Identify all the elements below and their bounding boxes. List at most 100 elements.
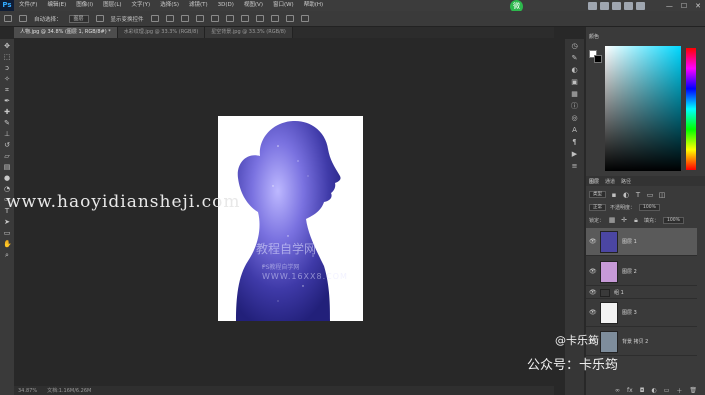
document-tab[interactable]: 水彩纹理.jpg @ 33.3% (RGB/8): [117, 27, 206, 38]
distribute-icon[interactable]: [255, 15, 264, 22]
maximize-icon[interactable]: ☐: [681, 2, 687, 10]
layers-tab[interactable]: 图层: [589, 178, 599, 185]
sogou-icon[interactable]: [588, 1, 597, 10]
filter-type-icon[interactable]: T: [634, 191, 642, 199]
document-tab[interactable]: 星空背景.jpg @ 33.3% (RGB/8): [205, 27, 293, 38]
paragraph-icon[interactable]: ¶: [571, 138, 579, 146]
menu-item[interactable]: 选择(S): [155, 0, 184, 11]
filter-adjust-icon[interactable]: ◐: [622, 191, 630, 199]
fx-icon[interactable]: fx: [627, 387, 633, 394]
group-icon[interactable]: ▭: [664, 387, 670, 394]
layer-row[interactable]: 👁︎ 图层 1: [586, 228, 697, 256]
menu-item[interactable]: 窗口(W): [268, 0, 299, 11]
tray-icon[interactable]: [624, 1, 633, 10]
document-canvas[interactable]: [218, 116, 363, 321]
hue-slider[interactable]: [686, 48, 696, 170]
delete-layer-icon[interactable]: 🗑︎: [689, 387, 697, 394]
menu-item[interactable]: 帮助(H): [299, 0, 328, 11]
healing-icon[interactable]: ✚: [3, 108, 11, 116]
align-hcenter-icon[interactable]: [210, 15, 219, 22]
color-picker-field[interactable]: [605, 46, 681, 171]
layer-name[interactable]: 图层 2: [622, 268, 637, 275]
info-icon[interactable]: ⓘ: [571, 102, 579, 110]
filter-shape-icon[interactable]: ▭: [646, 191, 654, 199]
menu-item[interactable]: 视图(V): [239, 0, 268, 11]
menu-item[interactable]: 编辑(E): [42, 0, 71, 11]
align-top-icon[interactable]: [150, 15, 159, 22]
actions-icon[interactable]: ▶: [571, 150, 579, 158]
layer-name[interactable]: 图层 3: [622, 309, 637, 316]
menu-item[interactable]: 文件(F): [14, 0, 42, 11]
distribute-icon[interactable]: [240, 15, 249, 22]
menu-item[interactable]: 图层(L): [98, 0, 126, 11]
filter-smart-icon[interactable]: ◫: [658, 191, 666, 199]
move-tool-icon[interactable]: [4, 15, 12, 22]
layer-name[interactable]: 背景 拷贝 2: [622, 338, 648, 345]
brush-icon[interactable]: ✎: [3, 119, 11, 127]
hand-icon[interactable]: ✋: [3, 240, 12, 248]
document-tab[interactable]: 人物.jpg @ 34.8% (图层 1, RGB/8#) *: [14, 27, 118, 38]
eraser-icon[interactable]: ▱: [3, 152, 11, 160]
zoom-level[interactable]: 34.87%: [18, 388, 37, 394]
layer-row[interactable]: 👁︎ 图层 3: [586, 299, 697, 327]
layers-tab[interactable]: 路径: [621, 178, 631, 185]
3d-mode-icon[interactable]: [300, 15, 309, 22]
menu-item[interactable]: 文字(Y): [127, 0, 156, 11]
layer-row[interactable]: 👁︎ 图层 2: [586, 258, 697, 286]
marquee-icon[interactable]: ⬚: [3, 53, 11, 61]
3d-mode-icon[interactable]: [285, 15, 294, 22]
menu-item[interactable]: 3D(D): [213, 0, 239, 11]
visibility-eye-icon[interactable]: 👁︎: [589, 268, 597, 275]
path-select-icon[interactable]: ➤: [3, 218, 11, 226]
menu-item[interactable]: 滤镜(T): [184, 0, 213, 11]
blend-mode-dropdown[interactable]: 正常: [589, 204, 606, 211]
adjustment-layer-icon[interactable]: ◐: [651, 387, 656, 394]
layer-name[interactable]: 图层 1: [622, 238, 637, 245]
visibility-eye-icon[interactable]: 👁︎: [589, 238, 597, 245]
auto-select-dropdown[interactable]: 图层: [68, 14, 89, 23]
layers-tab[interactable]: 通道: [605, 178, 615, 185]
crop-icon[interactable]: ⌗: [3, 86, 11, 94]
navigator-icon[interactable]: ◎: [571, 114, 579, 122]
move-icon[interactable]: ✥: [3, 42, 11, 50]
lasso-icon[interactable]: ↄ: [3, 64, 11, 72]
new-layer-icon[interactable]: ＋: [676, 386, 682, 395]
link-layers-icon[interactable]: ∞: [615, 387, 620, 394]
shape-icon[interactable]: ▭: [3, 229, 11, 237]
visibility-eye-icon[interactable]: 👁︎: [589, 309, 597, 316]
zoom-icon[interactable]: ⌕: [3, 251, 11, 259]
filter-pixel-icon[interactable]: ▪: [610, 191, 618, 199]
swatches-icon[interactable]: ▦: [571, 90, 579, 98]
properties-icon[interactable]: ≡: [571, 162, 579, 170]
brush-settings-icon[interactable]: ✎: [571, 54, 579, 62]
layer-name[interactable]: 组 1: [614, 289, 624, 296]
history-brush-icon[interactable]: ↺: [3, 141, 11, 149]
lock-all-icon[interactable]: 🔒︎: [632, 216, 640, 224]
fill-input[interactable]: 100%: [663, 216, 684, 224]
layer-row[interactable]: 👁︎ 背景 拷贝 2: [586, 328, 697, 356]
menu-item[interactable]: 图像(I): [71, 0, 98, 11]
styles-icon[interactable]: ▣: [571, 78, 579, 86]
quick-select-icon[interactable]: ✧: [3, 75, 11, 83]
tray-icon[interactable]: [636, 1, 645, 10]
filter-kind-dropdown[interactable]: 类型: [589, 191, 606, 198]
lock-pixels-icon[interactable]: ▦: [608, 216, 616, 224]
align-bottom-icon[interactable]: [180, 15, 189, 22]
align-right-icon[interactable]: [225, 15, 234, 22]
close-icon[interactable]: ✕: [695, 2, 701, 10]
blur-icon[interactable]: ●: [3, 174, 11, 182]
tray-icon[interactable]: [600, 1, 609, 10]
background-color-swatch[interactable]: [594, 55, 602, 63]
character-icon[interactable]: A: [571, 126, 579, 134]
lock-position-icon[interactable]: ✛: [620, 216, 628, 224]
stamp-icon[interactable]: ⊥: [3, 130, 11, 138]
show-transform-checkbox[interactable]: [95, 15, 104, 22]
align-left-icon[interactable]: [195, 15, 204, 22]
eyedropper-icon[interactable]: ✒: [3, 97, 11, 105]
minimize-icon[interactable]: —: [666, 2, 673, 10]
layer-row[interactable]: 👁︎ 组 1: [586, 287, 697, 299]
mask-icon[interactable]: ◘: [640, 387, 645, 394]
align-vcenter-icon[interactable]: [165, 15, 174, 22]
color-panel-tab[interactable]: 颜色: [586, 33, 626, 42]
history-icon[interactable]: ◷: [571, 42, 579, 50]
